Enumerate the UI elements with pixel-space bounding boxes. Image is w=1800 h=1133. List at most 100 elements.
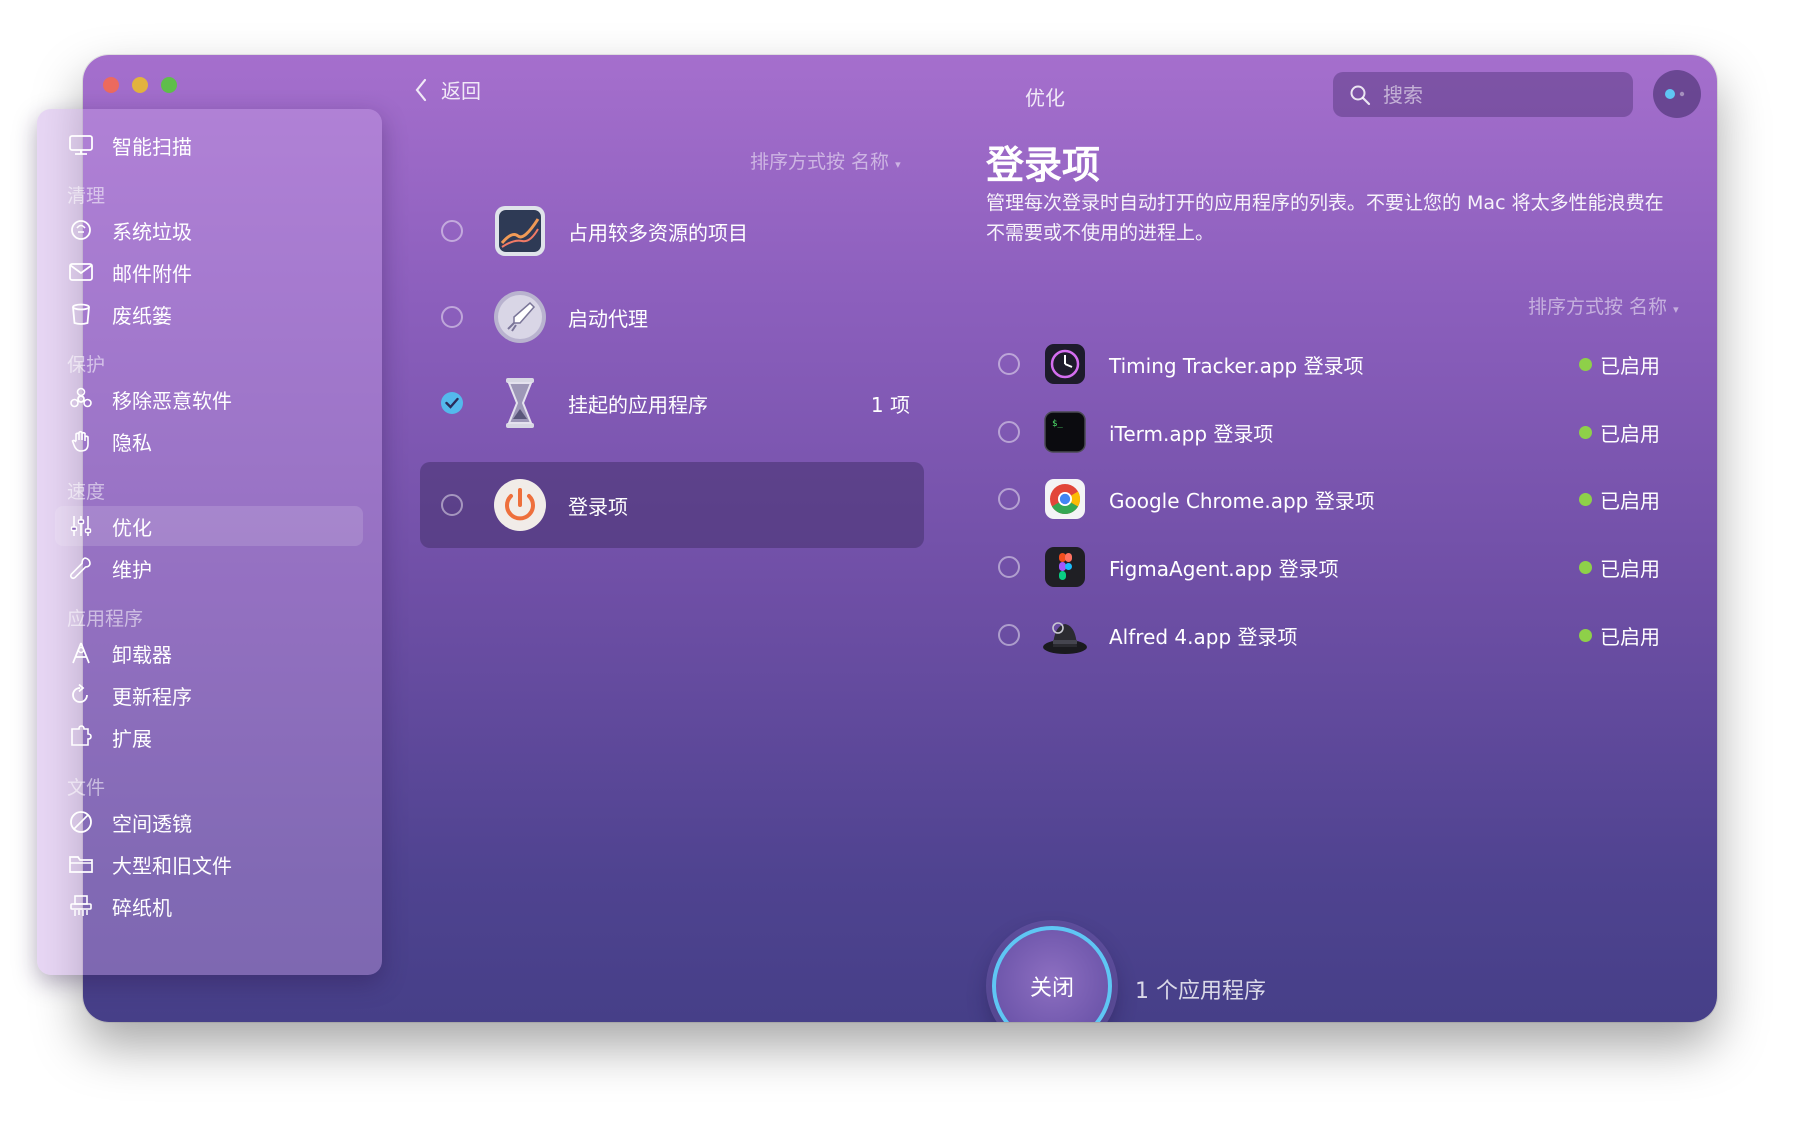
status-badge: 已启用 [1579, 418, 1660, 447]
mail-icon [67, 258, 95, 286]
sidebar-item-label: 优化 [112, 515, 152, 540]
sidebar-item-smart-scan[interactable]: 智能扫描 [55, 125, 363, 165]
sidebar-item-uninstaller[interactable]: 卸载器 [55, 633, 363, 673]
caret-down-icon: ▾ [895, 158, 901, 171]
category-row-login-items[interactable]: 登录项 [420, 462, 924, 548]
sidebar-item-updater[interactable]: 更新程序 [55, 675, 363, 715]
login-item-checkbox[interactable] [998, 488, 1020, 510]
category-row-launch-agents[interactable]: 启动代理 [420, 274, 924, 360]
trash-icon [67, 300, 95, 328]
page-title: 优化 [1025, 86, 1065, 110]
status-label: 已启用 [1600, 488, 1660, 513]
status-badge: 已启用 [1579, 350, 1660, 379]
extension-icon [67, 723, 95, 751]
zoom-window-button[interactable] [161, 77, 177, 93]
sidebar-item-space-lens[interactable]: 空间透镜 [55, 802, 363, 842]
status-label: 已启用 [1600, 556, 1660, 581]
login-item-checkbox[interactable] [998, 421, 1020, 443]
sidebar-item-mail-attachments[interactable]: 邮件附件 [55, 252, 363, 292]
sidebar-item-system-junk[interactable]: 系统垃圾 [55, 210, 363, 250]
shredder-icon [67, 892, 95, 920]
login-item-row[interactable]: Timing Tracker.app 登录项 已启用 [988, 336, 1688, 392]
sidebar-item-label: 系统垃圾 [112, 219, 192, 244]
back-label: 返回 [441, 79, 481, 103]
sidebar-section-speed: 速度 [67, 481, 106, 503]
close-window-button[interactable] [103, 77, 119, 93]
sidebar-item-label: 空间透镜 [112, 811, 192, 836]
sidebar-item-large-old-files[interactable]: 大型和旧文件 [55, 844, 363, 884]
sidebar-section-files: 文件 [67, 777, 106, 799]
sidebar-item-label: 智能扫描 [112, 134, 192, 159]
close-action-label: 关闭 [1029, 976, 1074, 1001]
category-checkbox[interactable] [441, 220, 463, 242]
sidebar: 智能扫描 清理 系统垃圾 邮件附件 废纸篓 保护 移除恶意软件 隐私 速度 优化… [37, 109, 382, 975]
status-dot [1579, 492, 1592, 506]
assistant-button[interactable] [1653, 70, 1701, 118]
sidebar-section-protection: 保护 [67, 354, 106, 376]
status-label: 已启用 [1600, 624, 1660, 649]
system-junk-icon [67, 216, 95, 244]
detail-title: 登录项 [986, 143, 1101, 187]
sidebar-item-privacy[interactable]: 隐私 [55, 421, 363, 461]
search-box[interactable] [1333, 72, 1633, 117]
sidebar-item-extensions[interactable]: 扩展 [55, 717, 363, 757]
category-checkbox-checked[interactable] [441, 392, 463, 414]
hand-icon [67, 427, 95, 455]
hourglass-icon [492, 375, 548, 431]
category-label: 占用较多资源的项目 [568, 220, 748, 245]
category-checkbox[interactable] [441, 306, 463, 328]
login-item-row[interactable]: Google Chrome.app 登录项 已启用 [988, 471, 1688, 527]
sidebar-item-label: 碎纸机 [112, 895, 172, 920]
sidebar-item-label: 邮件附件 [112, 261, 192, 286]
timing-icon [1042, 341, 1088, 387]
sidebar-item-shredder[interactable]: 碎纸机 [55, 886, 363, 926]
login-item-row[interactable]: $_ iTerm.app 登录项 已启用 [988, 404, 1688, 460]
folder-icon [67, 850, 95, 878]
sidebar-item-label: 大型和旧文件 [112, 853, 232, 878]
category-row-heavy-consumers[interactable]: 占用较多资源的项目 [420, 188, 924, 274]
status-badge: 已启用 [1579, 621, 1660, 650]
search-icon [1350, 85, 1371, 105]
login-item-row[interactable]: FigmaAgent.app 登录项 已启用 [988, 539, 1688, 595]
search-input[interactable] [1381, 81, 1605, 108]
sidebar-item-label: 废纸篓 [112, 303, 172, 328]
category-checkbox[interactable] [441, 494, 463, 516]
apps-sort-dropdown[interactable]: 排序方式按 名称 ▾ [1528, 292, 1679, 319]
sidebar-item-malware-removal[interactable]: 移除恶意软件 [55, 379, 363, 419]
category-label: 登录项 [568, 494, 628, 519]
power-icon [492, 477, 548, 533]
status-dot [1579, 628, 1592, 642]
chevron-left-icon [415, 78, 427, 101]
alfred-icon [1042, 612, 1088, 658]
sidebar-section-cleanup: 清理 [67, 185, 106, 207]
sidebar-item-label: 移除恶意软件 [112, 388, 232, 413]
checkmark-icon [445, 397, 459, 409]
activity-chart-icon [492, 203, 548, 259]
category-row-hung-apps[interactable]: 挂起的应用程序 1 项 [420, 360, 924, 446]
assistant-icon [1665, 89, 1685, 99]
uninstaller-icon [67, 639, 95, 667]
sidebar-item-label: 隐私 [112, 430, 152, 455]
biohazard-icon [67, 385, 95, 413]
category-count: 1 项 [870, 392, 910, 417]
status-badge: 已启用 [1579, 485, 1660, 514]
status-label: 已启用 [1600, 421, 1660, 446]
sidebar-item-trash-bins[interactable]: 废纸篓 [55, 294, 363, 334]
sidebar-item-optimization[interactable]: 优化 [55, 506, 363, 546]
close-action-button[interactable]: 关闭 [992, 926, 1112, 1022]
login-item-name: iTerm.app 登录项 [1109, 421, 1274, 446]
login-item-checkbox[interactable] [998, 353, 1020, 375]
login-item-name: Google Chrome.app 登录项 [1109, 488, 1375, 513]
minimize-window-button[interactable] [132, 77, 148, 93]
login-item-checkbox[interactable] [998, 624, 1020, 646]
back-button[interactable]: 返回 [413, 75, 481, 104]
login-item-row[interactable]: Alfred 4.app 登录项 已启用 [988, 607, 1688, 663]
sidebar-item-label: 卸载器 [112, 642, 172, 667]
wrench-icon [67, 554, 95, 582]
categories-sort-dropdown[interactable]: 排序方式按 名称 ▾ [750, 147, 901, 174]
login-item-checkbox[interactable] [998, 556, 1020, 578]
sidebar-item-label: 维护 [112, 557, 152, 582]
sidebar-item-maintenance[interactable]: 维护 [55, 548, 363, 588]
sidebar-section-applications: 应用程序 [67, 608, 144, 630]
figma-icon [1042, 544, 1088, 590]
